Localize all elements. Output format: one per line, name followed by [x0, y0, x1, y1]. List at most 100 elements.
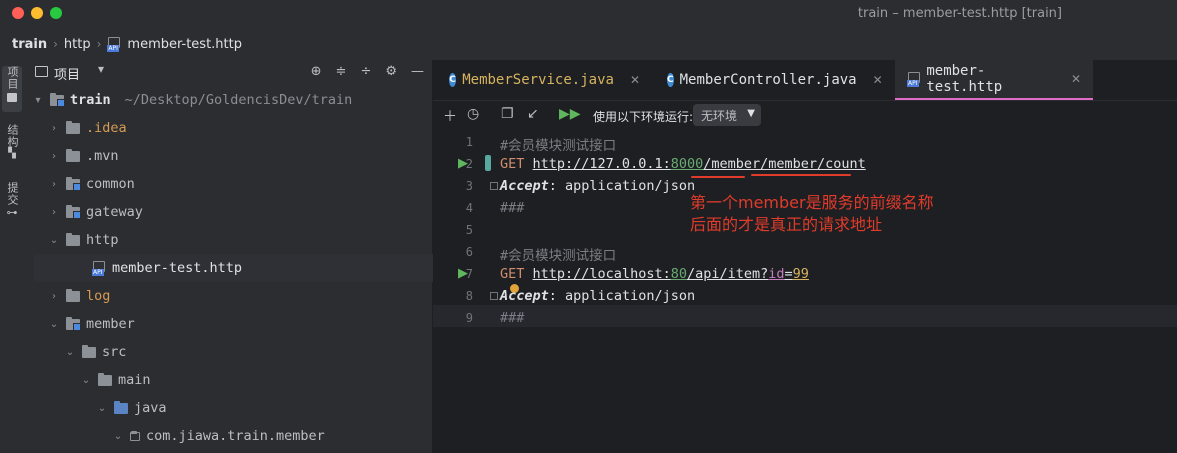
breadcrumb-item-file[interactable]: member-test.http — [127, 37, 242, 52]
http-toolbar: ＋ ◷ ❐ ↙ ▶▶ 使用以下环境运行: 无环境 ▼ — [433, 101, 1177, 131]
add-request-icon[interactable]: ＋ — [443, 106, 457, 126]
chevron-down-icon[interactable]: ⌄ — [112, 431, 124, 442]
tree-row[interactable]: ⌄ main — [24, 366, 488, 394]
code-header-line[interactable]: Accept: application/json — [500, 178, 695, 194]
collapse-all-icon[interactable]: ÷ — [360, 64, 371, 79]
tree-label: train — [70, 92, 111, 108]
http-file-icon — [92, 261, 106, 276]
tree-row[interactable]: › common — [24, 170, 456, 198]
chevron-right-icon[interactable]: › — [48, 123, 60, 134]
chevron-down-icon[interactable]: ⌄ — [48, 319, 60, 330]
chevron-right-icon[interactable]: › — [48, 291, 60, 302]
hide-panel-icon[interactable]: — — [411, 64, 424, 79]
locate-file-icon[interactable]: ⊕ — [311, 64, 322, 79]
line-number: 3 — [465, 179, 473, 193]
tab-member-controller[interactable]: C MemberController.java ✕ — [655, 60, 893, 100]
code-request-line[interactable]: GET http://127.0.0.1:8000/member/member/… — [500, 156, 866, 172]
close-icon[interactable]: ✕ — [1071, 72, 1081, 86]
history-icon[interactable]: ◷ — [467, 106, 479, 122]
code-request-line[interactable]: GET http://localhost:80/api/item?id=99 — [500, 266, 809, 282]
folder-icon — [66, 120, 80, 134]
tab-member-test-http[interactable]: member-test.http ✕ — [895, 60, 1093, 100]
gear-icon[interactable]: ⚙ — [385, 64, 397, 79]
close-icon[interactable]: ✕ — [873, 73, 883, 87]
environment-value: 无环境 — [701, 108, 738, 123]
editor-tabs: C MemberService.java ✕ C MemberControlle… — [433, 60, 1177, 101]
annotation-text-line-1: 第一个member是服务的前缀名称 — [690, 193, 934, 212]
chevron-right-icon: › — [96, 37, 102, 51]
environment-select[interactable]: 无环境 ▼ — [693, 104, 761, 126]
tree-label: main — [118, 372, 151, 388]
commit-tool-label: 提交 — [6, 182, 19, 206]
tree-row[interactable]: › .idea — [24, 114, 456, 142]
code-comment: #会员模块测试接口 — [500, 248, 617, 264]
breadcrumb-item-project[interactable]: train — [12, 37, 47, 52]
chevron-down-icon[interactable]: ⌄ — [64, 347, 76, 358]
chevron-down-icon[interactable]: ▾ — [98, 62, 104, 76]
chevron-right-icon[interactable]: › — [48, 207, 60, 218]
minimize-window-button[interactable] — [31, 7, 43, 19]
url-host[interactable]: http://localhost: — [533, 266, 671, 282]
run-all-icon[interactable]: ▶▶ — [559, 106, 581, 122]
tree-row[interactable]: ⌄ http — [24, 226, 456, 254]
code-header-line[interactable]: Accept: application/json — [500, 288, 695, 304]
tree-row[interactable]: › gateway — [24, 198, 456, 226]
tab-member-service[interactable]: C MemberService.java ✕ — [437, 60, 652, 100]
url-param-name[interactable]: id — [768, 266, 784, 282]
breadcrumb-item-folder[interactable]: http — [64, 37, 91, 52]
tree-row[interactable]: ⌄ java — [24, 394, 504, 422]
tree-row-root[interactable]: ▾ train ~/Desktop/GoldencisDev/train — [24, 86, 440, 114]
chevron-down-icon[interactable]: ⌄ — [48, 235, 60, 246]
chevron-right-icon[interactable]: › — [48, 151, 60, 162]
module-folder-icon — [50, 92, 65, 107]
code-comment: #会员模块测试接口 — [500, 138, 617, 154]
tree-row-selected[interactable]: member-test.http — [34, 254, 464, 282]
http-file-icon — [907, 72, 921, 87]
copy-icon[interactable]: ❐ — [501, 106, 514, 122]
url-port[interactable]: 80 — [671, 266, 687, 282]
tree-row[interactable]: ⌄ member — [24, 310, 456, 338]
module-folder-icon — [66, 204, 81, 219]
chevron-down-icon[interactable]: ⌄ — [80, 375, 92, 386]
current-line-highlight — [433, 305, 1177, 327]
chevron-down-icon[interactable]: ⌄ — [96, 403, 108, 414]
chevron-down-icon[interactable]: ▾ — [32, 95, 44, 106]
project-tool-button[interactable]: 项目 — [2, 66, 22, 112]
run-request-icon[interactable]: ▶ — [458, 156, 468, 171]
url-path[interactable]: /member/member/count — [703, 156, 866, 172]
zoom-window-button[interactable] — [50, 7, 62, 19]
folder-icon — [7, 93, 17, 102]
header-name: Accept — [500, 288, 549, 304]
tree-label: .mvn — [86, 148, 119, 164]
line-number: 4 — [465, 201, 473, 215]
structure-tool-button[interactable]: 结构 ▚ — [2, 124, 22, 170]
tree-row[interactable]: › log — [24, 282, 456, 310]
url-port[interactable]: 8000 — [671, 156, 704, 172]
url-path[interactable]: /api/item? — [687, 266, 768, 282]
http-method: GET — [500, 156, 525, 172]
chevron-right-icon[interactable]: › — [48, 179, 60, 190]
expand-all-icon[interactable]: ≑ — [336, 64, 347, 79]
tree-label: member — [86, 316, 135, 332]
tree-label: java — [134, 400, 167, 416]
import-icon[interactable]: ↙ — [527, 106, 539, 122]
url-param-value[interactable]: 99 — [793, 266, 809, 282]
tree-row[interactable]: ⌄ src — [24, 338, 472, 366]
fold-icon[interactable] — [490, 292, 498, 300]
project-panel: 项目 ▾ ⊕ ≑ ÷ ⚙ — ▾ train ~/Desktop/Goldenc… — [24, 60, 464, 453]
header-value: application/json — [565, 288, 696, 304]
fold-icon[interactable] — [490, 182, 498, 190]
url-host[interactable]: http://127.0.0.1: — [533, 156, 671, 172]
tab-label: member-test.http — [926, 63, 1003, 95]
editor-area: C MemberService.java ✕ C MemberControlle… — [433, 60, 1177, 453]
run-request-icon[interactable]: ▶ — [458, 266, 468, 281]
commit-tool-button[interactable]: 提交 ⊶ — [2, 182, 22, 228]
breadcrumb: train › http › member-test.http — [0, 28, 1177, 60]
line-number: 8 — [465, 289, 473, 303]
line-number: 6 — [465, 245, 473, 259]
tree-label: http — [86, 232, 119, 248]
tree-row[interactable]: › .mvn — [24, 142, 456, 170]
close-window-button[interactable] — [12, 7, 24, 19]
commit-icon: ⊶ — [6, 206, 18, 219]
close-icon[interactable]: ✕ — [630, 73, 640, 87]
